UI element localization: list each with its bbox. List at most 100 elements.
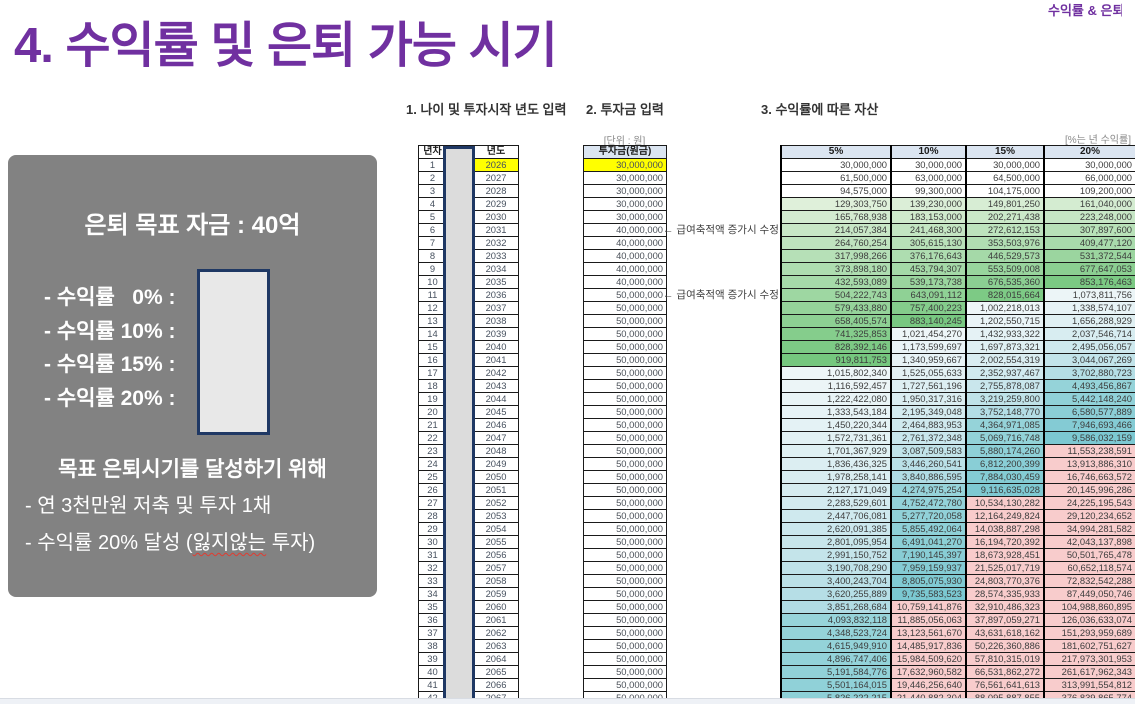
- invest-cell[interactable]: 30,000,000: [583, 158, 667, 172]
- invest-row: 30,000,000: [583, 197, 667, 211]
- invest-row: 50,000,000: [583, 327, 667, 341]
- invest-cell: 50,000,000: [583, 457, 667, 471]
- asset-cell: 50,226,360,886: [965, 639, 1045, 653]
- rate-line-0pct: - 수익률 0% :: [44, 286, 176, 309]
- invest-cell: 50,000,000: [583, 613, 667, 627]
- invest-cell: 50,000,000: [583, 431, 667, 445]
- invest-row: 50,000,000: [583, 665, 667, 679]
- year-cell: 2063: [473, 639, 519, 653]
- section-step1-label: 1. 나이 및 투자시작 년도 입력: [406, 102, 567, 117]
- year-cell: 2061: [473, 613, 519, 627]
- invest-cell: 50,000,000: [583, 314, 667, 328]
- asset-row: 4,093,832,118 11,885,056,063 37,897,059,27…: [780, 613, 1135, 627]
- asset-cell: 531,372,544: [1043, 249, 1135, 263]
- invest-row: 50,000,000: [583, 652, 667, 666]
- goal-line-2-suffix: 투자): [266, 532, 316, 554]
- asset-cell: 8,805,075,930: [890, 574, 967, 588]
- asset-cell: 4,274,975,254: [890, 483, 967, 497]
- year-cell: 2052: [473, 496, 519, 510]
- asset-cell: 307,897,600: [1043, 223, 1135, 237]
- asset-row: 1,333,543,184 2,195,349,048 3,752,148,770 6…: [780, 405, 1135, 419]
- invest-row: 50,000,000: [583, 379, 667, 393]
- asset-row: 2,991,150,752 7,190,145,397 18,673,928,451…: [780, 548, 1135, 562]
- window-bottom-edge: [0, 698, 1135, 704]
- year-cell: 2058: [473, 574, 519, 588]
- asset-row: 828,392,146 1,173,599,697 1,697,873,321 2,4…: [780, 340, 1135, 354]
- answer-cover-box: [197, 269, 270, 435]
- invest-row: 30,000,000: [583, 158, 667, 172]
- invest-row: 50,000,000: [583, 405, 667, 419]
- asset-cell: 109,200,000: [1043, 184, 1135, 198]
- invest-row: 50,000,000: [583, 509, 667, 523]
- invest-cell: 50,000,000: [583, 639, 667, 653]
- asset-cell: 7,190,145,397: [890, 548, 967, 562]
- asset-cell: 16,194,720,392: [965, 535, 1045, 549]
- year-cell: 2038: [473, 314, 519, 328]
- asset-cell: 853,176,463: [1043, 275, 1135, 289]
- asset-cell: 741,325,853: [780, 327, 892, 341]
- asset-cell: 2,755,878,087: [965, 379, 1045, 393]
- asset-cell: 57,810,315,019: [965, 652, 1045, 666]
- asset-cell: 272,612,153: [965, 223, 1045, 237]
- asset-row: 741,325,853 1,021,454,270 1,432,933,322 2,0…: [780, 327, 1135, 341]
- asset-cell: 5,880,174,260: [965, 444, 1045, 458]
- invest-cell: 30,000,000: [583, 171, 667, 185]
- year-cell: 2032: [473, 236, 519, 250]
- invest-row: 50,000,000: [583, 340, 667, 354]
- section-step3-label: 3. 수익률에 따른 자산: [761, 102, 879, 117]
- asset-cell: 60,652,118,574: [1043, 561, 1135, 575]
- asset-cell: 3,219,259,800: [965, 392, 1045, 406]
- invest-row: 30,000,000: [583, 171, 667, 185]
- asset-cell: 66,000,000: [1043, 171, 1135, 185]
- year-cell: 2040: [473, 340, 519, 354]
- invest-row: 50,000,000: [583, 535, 667, 549]
- invest-cell: 40,000,000: [583, 275, 667, 289]
- asset-cell: 61,500,000: [780, 171, 892, 185]
- asset-cell: 7,959,159,937: [890, 561, 967, 575]
- asset-cell: 241,468,300: [890, 223, 967, 237]
- asset-cell: 1,572,731,361: [780, 431, 892, 445]
- asset-cell: 2,620,091,385: [780, 522, 892, 536]
- asset-cell: 20,145,996,286: [1043, 483, 1135, 497]
- asset-cell: 29,120,234,652: [1043, 509, 1135, 523]
- asset-cell: 7,884,030,459: [965, 470, 1045, 484]
- year-cell: 2033: [473, 249, 519, 263]
- year-cell: 2031: [473, 223, 519, 237]
- asset-row: 1,836,436,325 3,446,260,541 6,812,200,399 1…: [780, 457, 1135, 471]
- asset-cell: 139,230,000: [890, 197, 967, 211]
- asset-cell: 373,898,180: [780, 262, 892, 276]
- invest-cell: 40,000,000: [583, 262, 667, 276]
- asset-cell: 3,190,708,290: [780, 561, 892, 575]
- asset-cell: 677,647,053: [1043, 262, 1135, 276]
- asset-cell: 13,123,561,670: [890, 626, 967, 640]
- invest-cell: 50,000,000: [583, 678, 667, 692]
- asset-cell: 76,561,641,613: [965, 678, 1045, 692]
- invest-cell: 50,000,000: [583, 665, 667, 679]
- asset-cell: 409,477,120: [1043, 236, 1135, 250]
- asset-cell: 11,885,056,063: [890, 613, 967, 627]
- invest-cell: 50,000,000: [583, 418, 667, 432]
- asset-cell: 1,021,454,270: [890, 327, 967, 341]
- slide: 4. 수익률 및 은퇴 가능 시기 수익률 & 은퇴 은퇴 목표 자금 : 40…: [0, 0, 1135, 704]
- invest-cell: 50,000,000: [583, 522, 667, 536]
- year-cell: 2046: [473, 418, 519, 432]
- asset-row: 61,500,000 63,000,000 64,500,000 66,000,000: [780, 171, 1135, 185]
- asset-cell: 6,812,200,399: [965, 457, 1045, 471]
- goal-line-1: - 연 3천만원 저축 및 투자 1채: [25, 495, 272, 517]
- invest-cell: 30,000,000: [583, 197, 667, 211]
- asset-cell: 30,000,000: [780, 158, 892, 172]
- year-cell: 2056: [473, 548, 519, 562]
- asset-row: 2,283,529,601 4,752,472,780 10,534,130,282…: [780, 496, 1135, 510]
- asset-cell: 432,593,089: [780, 275, 892, 289]
- annotation-arrow-2: ← 급여축적액 증가시 수정: [663, 289, 779, 301]
- year-cell: 2039: [473, 327, 519, 341]
- invest-row: 50,000,000: [583, 548, 667, 562]
- asset-row: 1,450,220,344 2,464,883,953 4,364,971,085 7…: [780, 418, 1135, 432]
- asset-cell: 5,069,716,748: [965, 431, 1045, 445]
- year-cell: 2048: [473, 444, 519, 458]
- asset-cell: 3,620,255,889: [780, 587, 892, 601]
- asset-cell: 14,485,917,836: [890, 639, 967, 653]
- asset-cell: 126,036,633,074: [1043, 613, 1135, 627]
- year-cell[interactable]: 2026: [473, 158, 519, 172]
- invest-row: 50,000,000: [583, 561, 667, 575]
